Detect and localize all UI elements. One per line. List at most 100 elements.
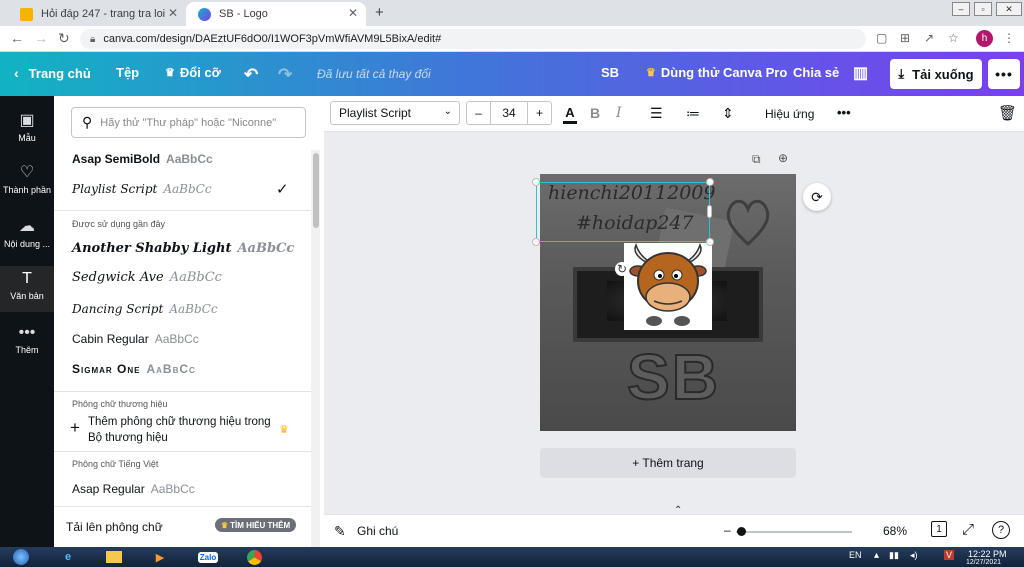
profile-avatar[interactable]: h [976, 30, 993, 47]
bull-image[interactable] [624, 243, 712, 330]
resize-handle[interactable] [706, 238, 714, 246]
align-center-icon[interactable]: ☰ [650, 105, 663, 122]
media-icon: ▶ [155, 551, 165, 564]
rail-item-uploads[interactable]: ☁ Nội dung ... [0, 216, 54, 249]
bold-button[interactable]: B [590, 105, 600, 121]
try-pro-button[interactable]: ♛ Dùng thử Canva Pro [646, 65, 787, 80]
zoom-slider[interactable] [736, 531, 852, 533]
home-button[interactable]: ‹ Trang chủ [14, 65, 91, 81]
effects-button[interactable]: Hiệu ứng [765, 107, 814, 121]
minimize-icon[interactable]: – [952, 2, 970, 16]
url-field[interactable]: 🔒︎ canva.com/design/DAEztUF6dO0/I1WOF3pV… [80, 29, 866, 49]
more-options-button[interactable]: ••• [988, 59, 1020, 89]
translate-icon[interactable]: ⊞ [900, 31, 910, 45]
rail-item-text[interactable]: T Văn bản [0, 266, 54, 312]
elements-icon: ♡ [19, 164, 35, 181]
chrome-taskbar-button[interactable] [234, 548, 274, 566]
font-item-asap-regular[interactable]: Asap Regular AaBbCc [72, 482, 302, 496]
explorer-taskbar-button[interactable] [94, 548, 134, 566]
magic-refresh-button[interactable]: ⟳ [803, 183, 831, 211]
browser-tab-hoidap[interactable]: Hỏi đáp 247 - trang tra loi ✕ [8, 2, 186, 26]
zoom-level[interactable]: 68% [883, 524, 907, 538]
font-item-sigmar-one[interactable]: Sigmar One AaBbCc [72, 362, 302, 376]
start-button[interactable] [0, 548, 42, 566]
more-toolbar-button[interactable]: ••• [837, 105, 851, 120]
bookmark-star-icon[interactable]: ☆ [948, 31, 959, 45]
font-item-cabin-regular[interactable]: Cabin Regular AaBbCc [72, 332, 302, 346]
upload-font-label[interactable]: Tải lên phông chữ [66, 520, 163, 534]
ie-taskbar-button[interactable]: e [48, 548, 88, 566]
add-page-icon[interactable]: ⊕ [778, 151, 788, 165]
increase-size-button[interactable]: + [527, 102, 551, 124]
zoom-out-icon[interactable]: – [724, 523, 731, 537]
rail-item-templates[interactable]: ▣ Mẫu [0, 110, 54, 143]
clock-date[interactable]: 12/27/2021 [966, 559, 1001, 566]
side-handle[interactable] [707, 205, 712, 218]
text-color-button[interactable]: A [563, 104, 577, 124]
redo-icon[interactable]: ↷ [278, 65, 292, 85]
add-brand-font-button[interactable]: + Thêm phông chữ thương hiệu trong Bộ th… [70, 414, 300, 446]
back-icon[interactable]: ← [10, 30, 24, 46]
text-selection-box[interactable] [536, 182, 710, 242]
font-item-playlist-script[interactable]: Playlist Script AaBbCc [72, 182, 302, 196]
italic-button[interactable]: I [616, 105, 622, 121]
browser-tab-canva[interactable]: SB - Logo ✕ [186, 2, 366, 26]
panel-scroll-thumb[interactable] [313, 153, 319, 228]
reload-icon[interactable]: ↻ [58, 30, 70, 47]
learn-more-badge[interactable]: ♛ TÌM HIỂU THÊM [215, 518, 297, 532]
spacing-icon[interactable]: ⇕ [722, 105, 734, 122]
rail-item-elements[interactable]: ♡ Thành phần [0, 162, 54, 195]
tray-up-icon[interactable]: ▴ [874, 550, 879, 561]
notes-button[interactable]: Ghi chú [357, 524, 398, 538]
fullscreen-icon[interactable]: ⤢ [962, 521, 974, 538]
download-button[interactable]: ⤓ Tải xuống [890, 59, 982, 89]
undo-icon[interactable]: ↶ [244, 65, 258, 85]
forward-icon[interactable]: → [34, 30, 48, 46]
help-button[interactable]: ? [992, 521, 1010, 539]
design-name[interactable]: SB [601, 65, 619, 80]
close-tab-icon[interactable]: ✕ [348, 6, 358, 20]
signal-icon[interactable]: ▮▮ [889, 550, 899, 561]
rail-item-more[interactable]: ••• Thêm [0, 324, 54, 355]
font-item-asap-semibold[interactable]: Asap SemiBold AaBbCc [72, 152, 302, 166]
new-tab-button[interactable]: + [375, 4, 384, 21]
design-sb-text[interactable]: SB [626, 340, 720, 414]
duplicate-page-icon[interactable]: ⧉ [752, 152, 761, 167]
url-text: canva.com/design/DAEztUF6dO0/I1WOF3pVmWf… [103, 33, 442, 45]
maximize-icon[interactable]: ▫ [974, 2, 992, 16]
decrease-size-button[interactable]: – [467, 102, 491, 124]
font-item-dancing-script[interactable]: Dancing Script AaBbCc [72, 302, 302, 316]
font-family-dropdown[interactable]: Playlist Script ⌄ [330, 101, 460, 125]
heart-outline-icon[interactable] [723, 194, 773, 249]
zoom-slider-knob[interactable] [737, 527, 746, 536]
trash-icon[interactable]: 🗑︎ [998, 104, 1017, 122]
font-search-input[interactable]: ⚲ Hãy thử "Thư pháp" hoặc "Niconne" [71, 107, 306, 138]
close-window-icon[interactable]: ✕ [996, 2, 1022, 16]
resize-button[interactable]: ♛ Đổi cỡ [165, 65, 221, 80]
list-icon[interactable]: ≔ [686, 105, 700, 122]
close-tab-icon[interactable]: ✕ [168, 6, 178, 20]
add-page-button[interactable]: + Thêm trang [540, 448, 796, 478]
download-label: Tải xuống [912, 66, 974, 82]
font-item-sedgwick-ave[interactable]: Sedgwick Ave AaBbCc [72, 270, 302, 285]
tab-search-icon[interactable]: ▢ [876, 31, 887, 45]
share-button[interactable]: Chia sẻ [793, 65, 839, 80]
zalo-taskbar-button[interactable]: Zalo [188, 548, 228, 566]
page-count-button[interactable]: 1 [931, 521, 947, 537]
resize-handle[interactable] [706, 178, 714, 186]
insights-chart-icon[interactable]: ▥ [853, 63, 868, 83]
volume-icon[interactable]: ◂) [910, 550, 918, 561]
resize-handle[interactable] [532, 238, 540, 246]
rail-label: Nội dung ... [3, 239, 51, 249]
media-taskbar-button[interactable]: ▶ [140, 548, 180, 566]
font-size-input[interactable]: 34 [491, 102, 527, 124]
language-indicator[interactable]: EN [849, 550, 862, 560]
file-menu[interactable]: Tệp [116, 65, 139, 80]
font-item-another-shabby[interactable]: Another Shabby Light AaBbCc [72, 241, 302, 256]
rotate-icon[interactable]: ↻ [615, 262, 629, 276]
resize-handle[interactable] [532, 178, 540, 186]
share-icon[interactable]: ↗ [924, 31, 934, 45]
browser-menu-icon[interactable]: ⋮ [1003, 31, 1015, 45]
clock-time[interactable]: 12:22 PM [968, 549, 1007, 559]
unikey-icon[interactable]: V [944, 550, 955, 560]
